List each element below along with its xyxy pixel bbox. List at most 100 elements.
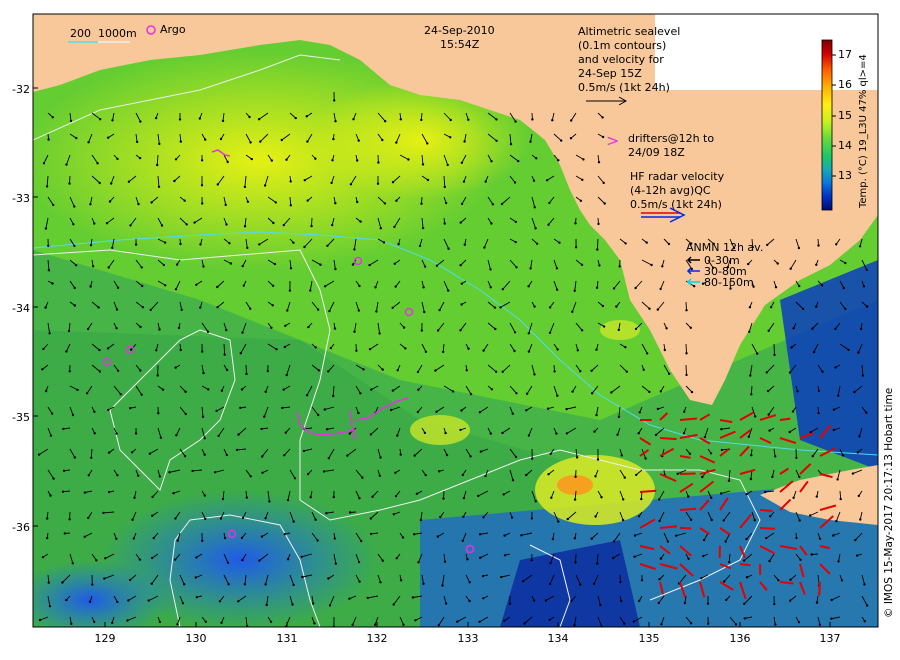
velocity-arrow-head — [863, 583, 866, 586]
velocity-arrow-head — [659, 287, 662, 291]
velocity-arrow-head — [263, 184, 267, 187]
velocity-arrow-head — [177, 326, 181, 330]
velocity-arrow-head — [508, 602, 512, 605]
velocity-arrow-head — [48, 605, 52, 608]
velocity-arrow-head — [93, 222, 96, 225]
velocity-arrow-head — [853, 390, 856, 394]
velocity-arrow-head — [460, 161, 464, 164]
velocity-arrow-head — [239, 406, 242, 410]
velocity-arrow-head — [216, 183, 219, 186]
colorbar-tick-17: 17 — [838, 48, 852, 61]
velocity-arrow-head — [659, 390, 662, 393]
velocity-arrow-head — [402, 326, 406, 329]
velocity-arrow — [575, 553, 577, 563]
velocity-arrow-head — [491, 203, 495, 206]
velocity-arrow-head — [128, 578, 132, 582]
xtick-label: 132 — [366, 632, 388, 645]
colorbar — [821, 39, 833, 211]
velocity-arrow-head — [441, 584, 444, 587]
velocity-arrow-head — [216, 305, 219, 309]
velocity-arrow-head — [175, 434, 178, 437]
velocity-arrow-head — [443, 560, 447, 563]
velocity-arrow — [773, 343, 775, 355]
velocity-arrow-head — [334, 267, 337, 271]
velocity-arrow-head — [310, 224, 313, 228]
velocity-arrow-head — [618, 265, 621, 268]
velocity-arrow-head — [158, 142, 161, 146]
velocity-arrow-head — [376, 182, 380, 185]
velocity-arrow-head — [156, 374, 159, 377]
velocity-arrow-head — [615, 305, 618, 308]
velocity-arrow-head — [529, 267, 532, 270]
velocity-arrow-head — [207, 388, 210, 391]
velocity-arrow-head — [533, 206, 536, 209]
velocity-arrow-head — [837, 394, 840, 397]
velocity-arrow-head — [203, 453, 206, 456]
velocity-arrow-head — [319, 263, 322, 266]
velocity-arrow-head — [396, 434, 399, 437]
velocity-arrow-head — [416, 370, 420, 374]
colorbar-tick-13: 13 — [838, 169, 852, 182]
velocity-arrow-head — [161, 388, 165, 391]
velocity-arrow-head — [395, 557, 398, 560]
velocity-arrow-head — [44, 389, 48, 393]
velocity-arrow-head — [599, 603, 602, 607]
velocity-arrow-head — [183, 199, 186, 202]
velocity-arrow-head — [88, 600, 92, 603]
velocity-arrow-head — [624, 346, 627, 349]
velocity-arrow-head — [666, 540, 670, 543]
hf-radar-arrow — [779, 417, 791, 421]
hf-legend-line2: (4-12h avg)QC — [630, 184, 711, 197]
velocity-arrow-head — [689, 518, 693, 521]
velocity-arrow-head — [292, 241, 295, 244]
colorbar-tick-15: 15 — [838, 109, 852, 122]
velocity-arrow-head — [348, 511, 352, 514]
velocity-arrow-head — [597, 222, 600, 226]
velocity-arrow-head — [283, 533, 286, 536]
velocity-arrow-head — [393, 225, 396, 229]
velocity-arrow-head — [307, 325, 310, 329]
velocity-arrow-head — [687, 495, 690, 498]
velocity-arrow-head — [748, 330, 751, 333]
velocity-arrow-head — [44, 227, 48, 230]
velocity-arrow-head — [598, 264, 601, 267]
velocity-arrow-head — [228, 242, 231, 245]
velocity-arrow-head — [195, 283, 198, 286]
velocity-arrow-head — [49, 434, 53, 437]
xtick-label: 136 — [729, 632, 751, 645]
velocity-arrow-head — [150, 201, 153, 204]
velocity-arrow-head — [273, 262, 277, 266]
velocity-arrow-head — [745, 537, 748, 541]
velocity-arrow-head — [116, 369, 120, 372]
velocity-arrow-head — [851, 472, 855, 475]
velocity-arrow-head — [520, 534, 523, 537]
velocity-arrow-head — [482, 516, 485, 519]
velocity-arrow-head — [391, 181, 395, 184]
velocity-arrow-head — [221, 497, 225, 501]
velocity-arrow-head — [642, 368, 645, 371]
velocity-arrow-head — [557, 520, 560, 523]
velocity-arrow-head — [148, 452, 151, 455]
velocity-arrow-head — [293, 477, 297, 480]
velocity-arrow-head — [859, 327, 863, 331]
velocity-arrow-head — [284, 431, 287, 434]
velocity-arrow-head — [301, 575, 304, 579]
velocity-arrow-head — [574, 246, 578, 249]
velocity-arrow-head — [50, 412, 54, 415]
velocity-arrow-head — [638, 599, 641, 603]
velocity-arrow-head — [240, 536, 244, 540]
velocity-arrow — [685, 343, 687, 354]
velocity-arrow-head — [573, 289, 576, 292]
velocity-arrow-head — [374, 286, 377, 289]
velocity-arrow-head — [285, 158, 288, 161]
velocity-arrow-head — [535, 242, 539, 245]
velocity-arrow-head — [250, 157, 253, 161]
hf-radar-arrow — [759, 527, 775, 530]
velocity-arrow-head — [175, 263, 179, 266]
velocity-arrow-head — [134, 243, 138, 246]
velocity-arrow-head — [661, 265, 664, 268]
velocity-arrow-head — [47, 244, 50, 247]
velocity-arrow-head — [459, 428, 462, 432]
velocity-arrow-head — [356, 200, 359, 204]
velocity-arrow-head — [798, 475, 801, 479]
